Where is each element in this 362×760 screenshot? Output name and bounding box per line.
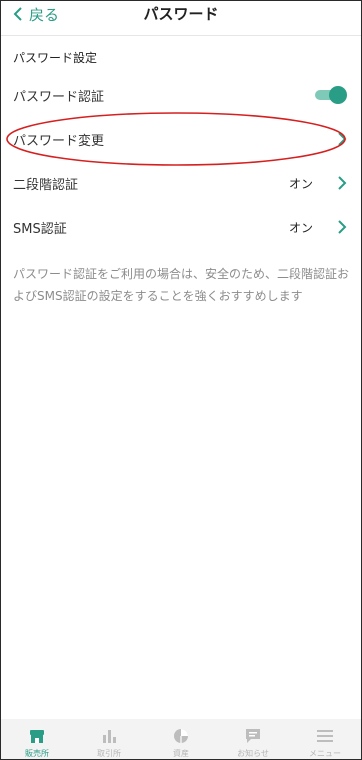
tab-label: 取引所: [97, 749, 121, 758]
bottom-tab-bar: 販売所 取引所 資産 お知らせ メニュー: [1, 719, 361, 759]
toggle-knob: [329, 86, 347, 104]
chevron-right-icon: [338, 220, 347, 234]
two-factor-row[interactable]: 二段階認証 オン: [1, 165, 361, 201]
tab-assets[interactable]: 資産: [145, 719, 217, 759]
header: 戻る パスワード: [1, 1, 361, 31]
tab-exchange[interactable]: 取引所: [73, 719, 145, 759]
tab-menu[interactable]: メニュー: [289, 719, 361, 759]
bar-chart-icon: [103, 730, 116, 743]
shop-icon: [30, 730, 44, 743]
app-screen: 戻る パスワード パスワード設定 パスワード認証 パスワード変更 二段階認証 オ…: [0, 0, 362, 760]
tab-label: 資産: [173, 749, 189, 758]
password-auth-row: パスワード認証: [1, 77, 361, 113]
security-note: パスワード認証をご利用の場合は、安全のため、二段階認証およびSMS認証の設定をす…: [13, 267, 350, 303]
menu-icon: [317, 730, 333, 742]
message-icon: [246, 729, 260, 743]
pie-chart-icon: [174, 729, 188, 743]
page-title: パスワード: [143, 5, 219, 23]
section-label: パスワード設定: [13, 51, 98, 65]
password-auth-toggle[interactable]: [315, 86, 347, 104]
tab-label: メニュー: [309, 749, 341, 758]
tab-label: 販売所: [25, 749, 49, 758]
tab-shop[interactable]: 販売所: [1, 719, 73, 759]
row-label: 二段階認証: [13, 177, 79, 193]
highlight-ellipse: [6, 112, 346, 166]
row-label: パスワード認証: [13, 89, 105, 105]
chevron-right-icon: [338, 176, 347, 190]
row-value: オン: [288, 220, 313, 235]
row-value: オン: [288, 176, 313, 191]
tab-label: お知らせ: [237, 749, 269, 758]
header-divider: [1, 35, 361, 36]
row-label: SMS認証: [13, 221, 67, 237]
tab-news[interactable]: お知らせ: [217, 719, 289, 759]
sms-auth-row[interactable]: SMS認証 オン: [1, 209, 361, 245]
